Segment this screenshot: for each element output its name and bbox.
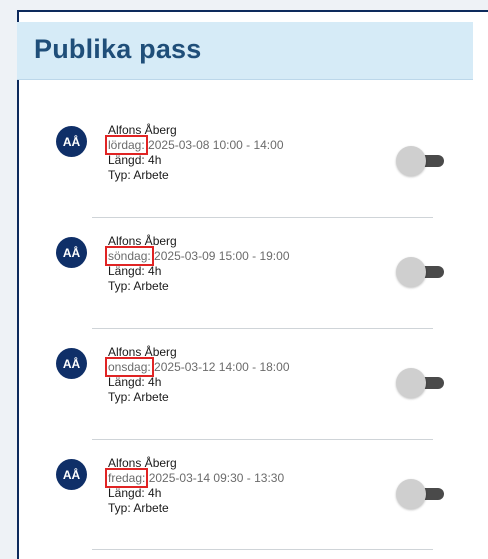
shift-datetime: 2025-03-14 09:30 - 13:30 (148, 471, 285, 485)
shift-item: AÅ Alfons Åberg söndag: 2025-03-09 15:00… (56, 234, 456, 337)
shift-date-line: lördag: 2025-03-08 10:00 - 14:00 (105, 135, 284, 155)
avatar: AÅ (56, 126, 87, 157)
shift-weekday: fredag: (104, 468, 149, 488)
shift-type: Typ: Arbete (108, 279, 169, 293)
shift-type: Typ: Arbete (108, 501, 169, 515)
shift-type: Typ: Arbete (108, 390, 169, 404)
shift-type: Typ: Arbete (108, 168, 169, 182)
shift-info: Alfons Åberg söndag: 2025-03-09 15:00 - … (105, 234, 290, 294)
shift-name: Alfons Åberg (108, 345, 177, 359)
page-title: Publika pass (34, 34, 202, 64)
shift-length: Längd: 4h (108, 264, 162, 278)
divider (92, 217, 433, 218)
shift-weekday: onsdag: (105, 357, 154, 377)
shift-date-line: onsdag: 2025-03-12 14:00 - 18:00 (105, 357, 290, 377)
shift-toggle[interactable] (396, 479, 448, 509)
divider (92, 549, 433, 550)
toggle-knob (396, 257, 426, 287)
shift-weekday: lördag: (105, 135, 148, 155)
avatar: AÅ (56, 348, 87, 379)
divider (92, 328, 433, 329)
shift-info: Alfons Åberg lördag: 2025-03-08 10:00 - … (105, 123, 284, 183)
shift-item: AÅ Alfons Åberg fredag: 2025-03-14 09:30… (56, 456, 456, 559)
avatar: AÅ (56, 459, 87, 490)
shift-name: Alfons Åberg (108, 234, 177, 248)
toggle-knob (396, 146, 426, 176)
shift-toggle[interactable] (396, 146, 448, 176)
shift-name: Alfons Åberg (108, 456, 177, 470)
divider (92, 439, 433, 440)
avatar: AÅ (56, 237, 87, 268)
shift-weekday: söndag: (105, 246, 154, 266)
shift-length: Längd: 4h (108, 153, 162, 167)
shift-date-line: söndag: 2025-03-09 15:00 - 19:00 (105, 246, 290, 266)
shift-datetime: 2025-03-12 14:00 - 18:00 (154, 360, 290, 374)
shift-name: Alfons Åberg (108, 123, 177, 137)
shift-item: AÅ Alfons Åberg onsdag: 2025-03-12 14:00… (56, 345, 456, 448)
toggle-knob (396, 479, 426, 509)
shift-item: AÅ Alfons Åberg lördag: 2025-03-08 10:00… (56, 123, 456, 226)
shift-length: Längd: 4h (108, 486, 162, 500)
shift-datetime: 2025-03-08 10:00 - 14:00 (148, 138, 284, 152)
shift-info: Alfons Åberg onsdag: 2025-03-12 14:00 - … (105, 345, 290, 405)
shift-length: Längd: 4h (108, 375, 162, 389)
shift-toggle[interactable] (396, 257, 448, 287)
shift-datetime: 2025-03-09 15:00 - 19:00 (154, 249, 290, 263)
shift-date-line: fredag: 2025-03-14 09:30 - 13:30 (104, 468, 285, 488)
shift-toggle[interactable] (396, 368, 448, 398)
toggle-knob (396, 368, 426, 398)
shift-info: Alfons Åberg fredag: 2025-03-14 09:30 - … (104, 456, 285, 516)
